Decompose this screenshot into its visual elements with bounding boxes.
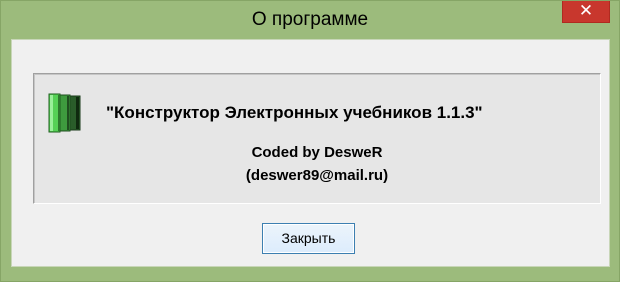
title-bar[interactable]: О программе ✕ (1, 1, 619, 39)
about-dialog-window: О программе ✕ "Конструктор Электронных у… (0, 0, 620, 282)
coded-by-label: Coded by DesweR (251, 144, 383, 161)
close-button[interactable]: Закрыть (262, 223, 355, 254)
close-icon: ✕ (578, 1, 594, 21)
author-email: (deswer89@mail.ru) (245, 167, 389, 184)
dialog-client-area: "Конструктор Электронных учебников 1.1.3… (11, 39, 610, 267)
book-icon (48, 93, 81, 133)
about-info-panel: "Конструктор Электронных учебников 1.1.3… (33, 73, 601, 204)
window-close-button[interactable]: ✕ (562, 1, 610, 23)
window-title: О программе (251, 9, 369, 30)
product-name: "Конструктор Электронных учебников 1.1.3… (106, 103, 483, 122)
